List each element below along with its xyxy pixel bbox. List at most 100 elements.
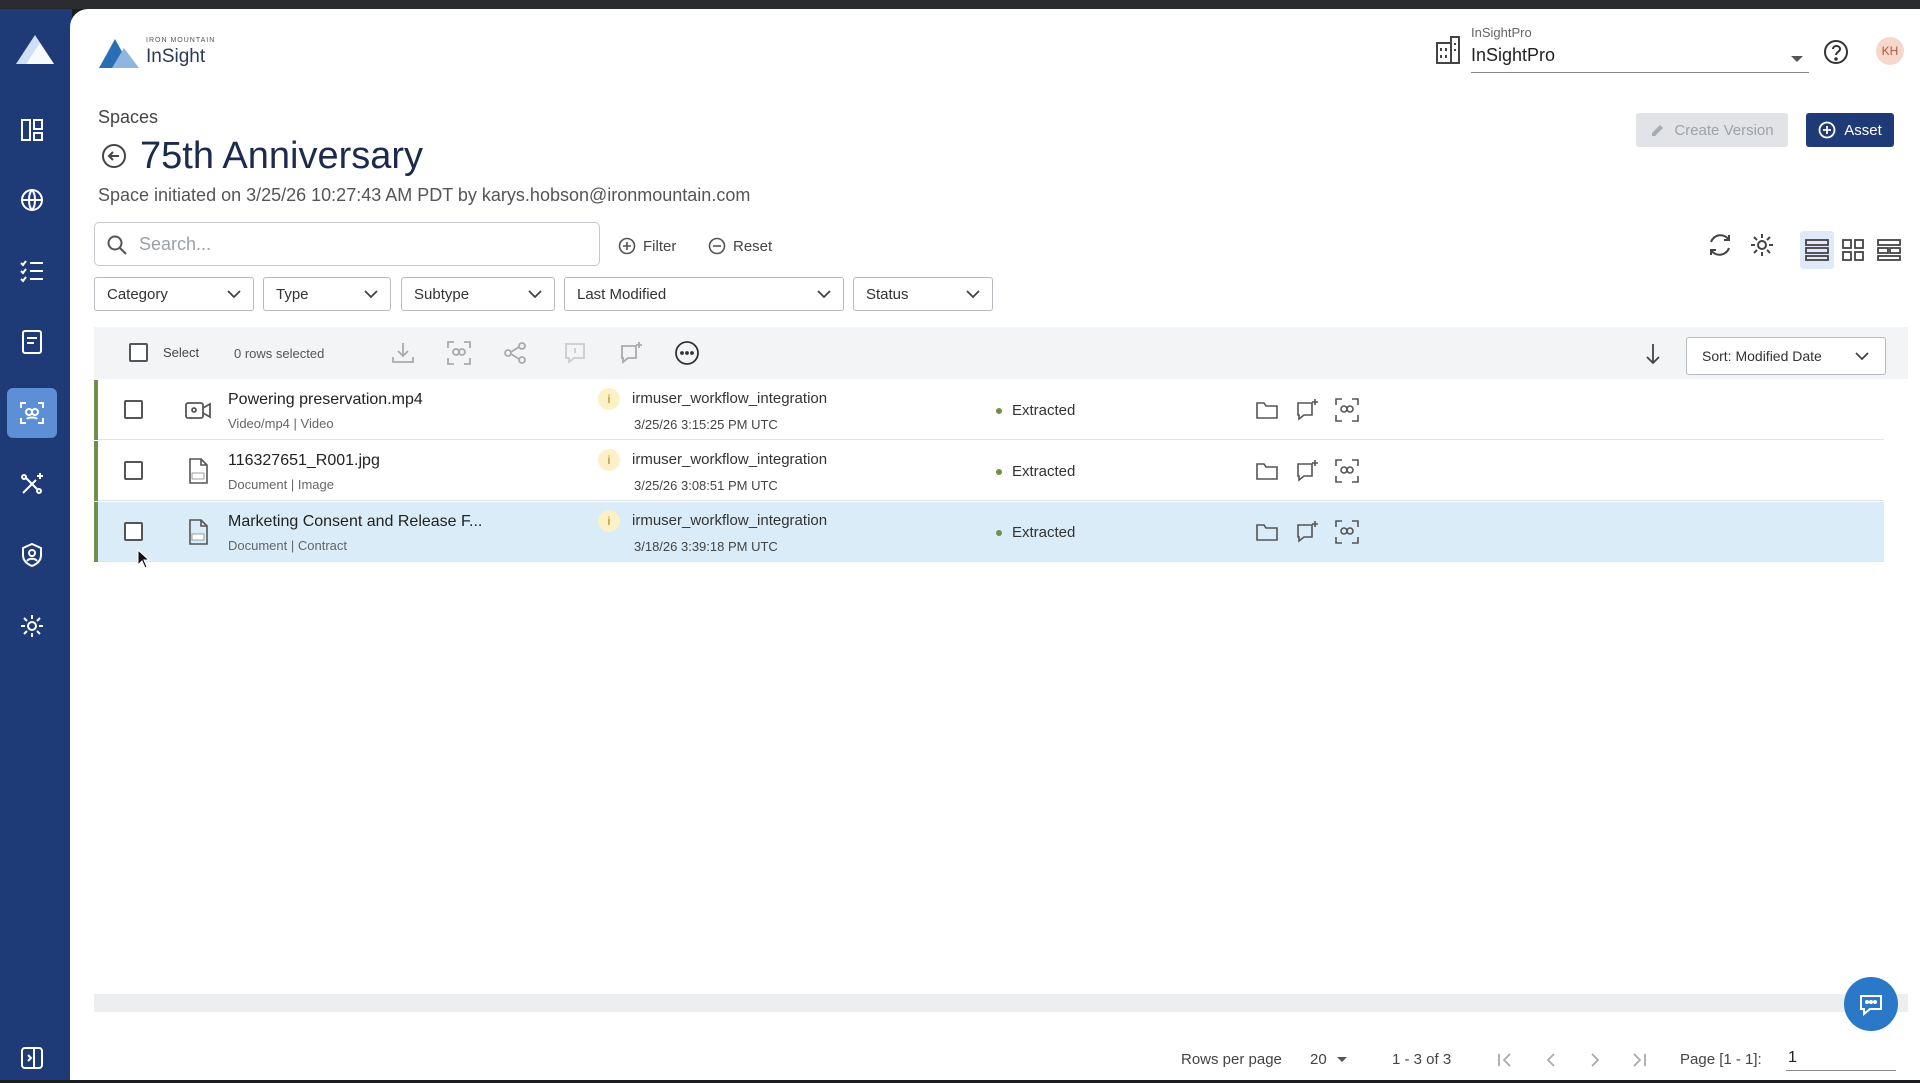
more-options-icon[interactable] — [674, 340, 700, 366]
owner-info-badge[interactable]: i — [598, 388, 620, 410]
globe-search-icon — [21, 189, 43, 211]
last-modified-dropdown[interactable]: Last Modified — [564, 277, 844, 311]
user-avatar[interactable]: KH — [1876, 37, 1904, 65]
sort-dropdown[interactable]: Sort: Modified Date — [1686, 337, 1886, 375]
sort-direction-arrow-icon[interactable] — [1642, 342, 1664, 366]
list-view-button[interactable] — [1800, 231, 1834, 269]
file-meta: Document | Image — [228, 477, 334, 492]
file-meta: Video/mp4 | Video — [228, 416, 334, 431]
dashboard-icon — [21, 119, 43, 141]
select-all-checkbox[interactable] — [129, 343, 148, 362]
grid-view-icon — [1842, 239, 1864, 261]
file-meta-category: Contract — [297, 538, 347, 553]
share-icon[interactable] — [502, 340, 528, 366]
filter-button[interactable]: Filter — [618, 237, 676, 255]
checklist-icon — [20, 260, 43, 283]
building-icon — [1436, 36, 1460, 64]
ai-chat-icon[interactable] — [618, 340, 644, 366]
alert-comment-icon[interactable] — [562, 340, 588, 366]
row-status-bar — [94, 502, 98, 562]
sort-dropdown-label: Sort: Modified Date — [1702, 348, 1822, 364]
scan-icon[interactable] — [1334, 397, 1360, 423]
chevron-down-icon — [528, 290, 542, 299]
page-number-input[interactable]: 1 — [1786, 1045, 1896, 1071]
row-checkbox[interactable] — [124, 522, 143, 541]
table-row[interactable]: Powering preservation.mp4 Video/mp4 | Vi… — [94, 380, 1884, 440]
mountain-logo-icon[interactable] — [14, 31, 56, 67]
search-box[interactable] — [94, 222, 600, 266]
previous-page-icon[interactable] — [1540, 1049, 1562, 1071]
rail-item-spaces[interactable] — [7, 388, 57, 438]
document-icon — [22, 330, 42, 354]
grid-view-button[interactable] — [1836, 231, 1870, 269]
rail-item-tasks[interactable] — [7, 246, 57, 296]
modified-date: 3/18/26 3:39:18 PM UTC — [634, 539, 778, 554]
next-page-icon[interactable] — [1584, 1049, 1606, 1071]
chevron-down-icon — [364, 290, 378, 299]
rail-item-dashboard[interactable] — [7, 105, 57, 155]
panel-collapse-icon — [21, 1047, 43, 1069]
folder-icon[interactable] — [1254, 397, 1280, 423]
first-page-icon[interactable] — [1494, 1049, 1516, 1071]
rail-item-tools[interactable] — [7, 459, 57, 509]
type-dropdown[interactable]: Type — [263, 277, 391, 311]
file-name[interactable]: 116327651_R001.jpg — [228, 452, 380, 470]
plus-circle-icon — [618, 237, 636, 255]
owner-info-badge[interactable]: i — [598, 510, 620, 532]
breadcrumb[interactable]: Spaces — [98, 107, 158, 128]
back-arrow-icon[interactable] — [101, 143, 127, 169]
status-text: Extracted — [1012, 463, 1076, 480]
scan-icon[interactable] — [1334, 458, 1360, 484]
file-meta-type: Document — [228, 477, 288, 492]
scan-icon[interactable] — [446, 340, 472, 366]
table-row[interactable]: 116327651_R001.jpg Document | Image i ir… — [94, 441, 1884, 501]
chat-assistant-button[interactable] — [1844, 977, 1898, 1031]
status-dropdown[interactable]: Status — [853, 277, 993, 311]
ai-chat-icon[interactable] — [1294, 397, 1320, 423]
rail-item-documents[interactable] — [7, 317, 57, 367]
table-row[interactable]: Marketing Consent and Release F... Docum… — [94, 502, 1884, 562]
refresh-icon[interactable] — [1706, 231, 1734, 259]
tools-sparkle-icon — [21, 473, 43, 494]
rows-per-page-value: 20 — [1310, 1051, 1327, 1068]
chevron-down-icon — [817, 290, 831, 299]
folder-icon[interactable] — [1254, 458, 1280, 484]
owner-name: irmuser_workflow_integration — [632, 451, 828, 468]
rows-per-page-select[interactable]: 20 — [1310, 1051, 1347, 1068]
last-page-icon[interactable] — [1628, 1049, 1650, 1071]
file-name[interactable]: Marketing Consent and Release F... — [228, 513, 482, 531]
rail-item-settings[interactable] — [7, 601, 57, 651]
add-asset-button[interactable]: Asset — [1806, 113, 1894, 147]
help-icon[interactable] — [1823, 39, 1849, 65]
tenant-label: InSightPro — [1471, 25, 1532, 40]
category-dropdown[interactable]: Category — [94, 277, 254, 311]
row-checkbox[interactable] — [124, 400, 143, 419]
rail-collapse-toggle[interactable] — [7, 1033, 57, 1083]
reset-button[interactable]: Reset — [708, 237, 772, 255]
horizontal-scrollbar[interactable] — [94, 994, 1908, 1012]
minus-circle-icon — [708, 237, 726, 255]
compact-view-button[interactable] — [1872, 231, 1906, 269]
status-dropdown-label: Status — [866, 285, 909, 303]
file-name[interactable]: Powering preservation.mp4 — [228, 391, 423, 409]
subtype-dropdown[interactable]: Subtype — [401, 277, 555, 311]
ai-chat-icon[interactable] — [1294, 519, 1320, 545]
settings-gear-icon[interactable] — [1748, 231, 1776, 259]
rail-item-users[interactable] — [7, 530, 57, 580]
ai-chat-icon[interactable] — [1294, 458, 1320, 484]
scan-icon[interactable] — [1334, 519, 1360, 545]
search-input[interactable] — [139, 229, 579, 259]
download-icon[interactable] — [390, 340, 416, 366]
iron-mountain-logo-icon — [99, 39, 139, 68]
type-dropdown-label: Type — [276, 285, 309, 303]
owner-info-badge[interactable]: i — [598, 449, 620, 471]
category-dropdown-label: Category — [107, 285, 168, 303]
brand-logo[interactable]: IRON MOUNTAIN InSight — [98, 33, 214, 73]
tenant-select[interactable]: InSightPro — [1471, 45, 1809, 73]
row-checkbox[interactable] — [124, 461, 143, 480]
create-version-button[interactable]: Create Version — [1636, 113, 1788, 147]
rows-selected-count: 0 rows selected — [234, 346, 325, 361]
folder-icon[interactable] — [1254, 519, 1280, 545]
plus-circle-icon — [1818, 121, 1836, 139]
rail-item-explore[interactable] — [7, 175, 57, 225]
